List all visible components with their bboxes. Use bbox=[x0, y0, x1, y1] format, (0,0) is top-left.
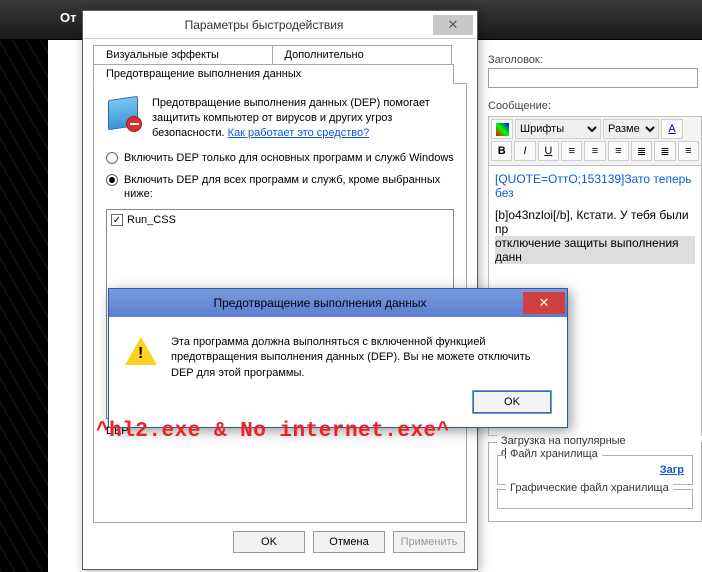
italic-button[interactable]: I bbox=[514, 141, 535, 161]
upload-link[interactable]: Загр bbox=[660, 464, 684, 476]
close-button[interactable]: ✕ bbox=[523, 292, 565, 314]
list-ordered-button[interactable]: ≣ bbox=[631, 141, 652, 161]
ok-button[interactable]: OK bbox=[233, 531, 305, 553]
dep-description: Предотвращение выполнения данных (DEP) п… bbox=[152, 96, 454, 141]
font-family-select[interactable]: Шрифты bbox=[515, 119, 601, 139]
msg-titlebar: Предотвращение выполнения данных ✕ bbox=[109, 289, 567, 317]
editor-line2: [b]o43nzloi[/b], Кстати. У тебя были пр bbox=[495, 208, 695, 236]
cancel-button[interactable]: Отмена bbox=[313, 531, 385, 553]
close-button[interactable]: ✕ bbox=[433, 15, 473, 35]
radio-all-except[interactable]: Включить DEP для всех программ и служб, … bbox=[106, 173, 454, 202]
file-storage-title: Файл хранилища bbox=[506, 448, 602, 460]
ok-button[interactable]: OK bbox=[473, 391, 551, 413]
upload-group: Загрузка на популярные файлхранилищ Файл… bbox=[488, 442, 702, 522]
msg-title: Предотвращение выполнения данных bbox=[117, 296, 523, 310]
align-center-button[interactable]: ≡ bbox=[584, 141, 605, 161]
editor-toolbar: Шрифты Разме A B I U ≡ ≡ ≡ ≣ ≣ ≡ bbox=[488, 116, 702, 166]
editor-quote-line: [QUOTE=ОттО;153139]Зато теперь без bbox=[495, 172, 695, 200]
tab-advanced[interactable]: Дополнительно bbox=[273, 45, 453, 64]
warning-icon bbox=[125, 335, 157, 367]
underline-button[interactable]: U bbox=[538, 141, 559, 161]
hex-background bbox=[0, 40, 48, 572]
list-unordered-button[interactable]: ≣ bbox=[654, 141, 675, 161]
graphic-storage-group: Графические файл хранилища bbox=[497, 489, 693, 509]
title-label: Заголовок: bbox=[488, 54, 702, 66]
align-left-button[interactable]: ≡ bbox=[561, 141, 582, 161]
radio-icon bbox=[106, 152, 118, 164]
list-item-label: Run_CSS bbox=[127, 214, 176, 226]
perf-titlebar: Параметры быстродействия ✕ bbox=[83, 11, 477, 39]
msg-text: Эта программа должна выполняться с включ… bbox=[171, 335, 551, 381]
apply-button[interactable]: Применить bbox=[393, 531, 465, 553]
dep-chip-icon bbox=[106, 96, 142, 132]
outdent-button[interactable]: ≡ bbox=[678, 141, 699, 161]
message-label: Сообщение: bbox=[488, 100, 702, 112]
dep-help-link[interactable]: Как работает это средство? bbox=[228, 127, 370, 139]
graphic-storage-title: Графические файл хранилища bbox=[506, 482, 673, 494]
list-item[interactable]: ✓ Run_CSS bbox=[111, 214, 449, 226]
radio-icon bbox=[106, 174, 118, 186]
bold-button[interactable]: B bbox=[491, 141, 512, 161]
tab-dep[interactable]: Предотвращение выполнения данных bbox=[93, 64, 454, 84]
font-size-select[interactable]: Разме bbox=[603, 119, 659, 139]
title-input[interactable] bbox=[488, 68, 698, 88]
font-color-button[interactable] bbox=[491, 119, 513, 139]
editor-line3: отключение защиты выполнения данн bbox=[495, 236, 695, 264]
perf-title: Параметры быстродействия bbox=[95, 18, 433, 32]
checkbox-icon[interactable]: ✓ bbox=[111, 214, 123, 226]
radio-essential-only[interactable]: Включить DEP только для основных програм… bbox=[106, 151, 454, 165]
file-storage-group: Файл хранилища Загр bbox=[497, 455, 693, 485]
tab-visual-effects[interactable]: Визуальные эффекты bbox=[93, 45, 273, 64]
dep-error-dialog: Предотвращение выполнения данных ✕ Эта п… bbox=[108, 288, 568, 428]
align-right-button[interactable]: ≡ bbox=[608, 141, 629, 161]
text-color-button[interactable]: A bbox=[661, 119, 683, 139]
